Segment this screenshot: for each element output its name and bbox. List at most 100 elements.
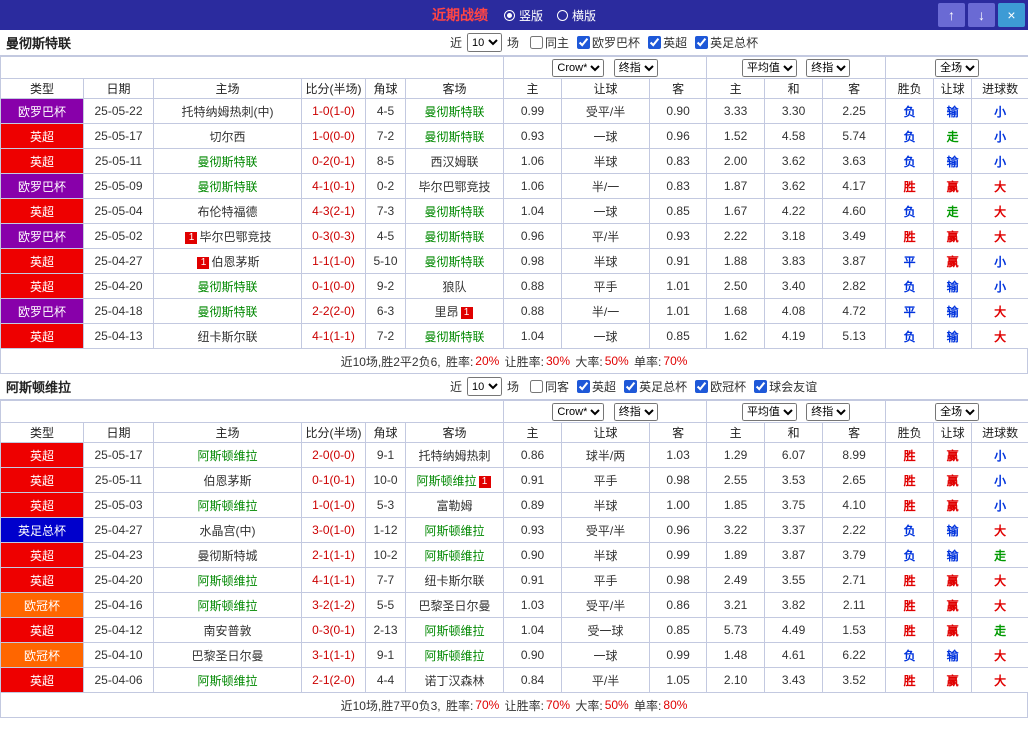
asia-home-odds-cell: 1.04 [503,617,563,643]
asia-handicap-cell: 一球 [561,323,651,349]
home-team-cell: 布伦特福德 [153,198,302,224]
handicap-result-cell: 输 [933,98,973,124]
match-count-select[interactable]: 10 [467,377,503,396]
league-filter-checkbox[interactable] [624,380,638,393]
league-filter[interactable]: 欧冠杯 [695,378,746,395]
league-filter-label: 同主 [545,36,570,50]
euro-home-odds-cell: 2.00 [706,148,766,174]
winloss-result-cell: 负 [885,198,935,224]
layout-radio-horizontal[interactable]: 横版 [557,7,596,24]
match-row: 英超 25-05-11 伯恩茅斯 0-1(0-1) 10-0 阿斯顿维拉 1 0.91 平手 0.… [0,467,1028,493]
winloss-result-cell: 胜 [885,667,935,693]
column-header: 让球 [561,78,651,99]
column-header: 让球 [933,422,973,443]
winloss-result-cell: 胜 [885,492,935,518]
league-filter-checkbox[interactable] [695,380,709,393]
column-header: 让球 [561,422,651,443]
asia-away-odds-cell: 0.83 [649,148,708,174]
asia-odds-time-select[interactable]: 终指 [613,58,658,77]
title-bar-center: 近期战绩 竖版 横版 [432,5,596,25]
score-cell: 3-2(1-2) [301,592,366,618]
away-team-cell: 阿斯顿维拉 [404,542,505,568]
home-team-name: 切尔西 [209,129,246,144]
window-controls: ↑ ↓ × [938,3,1025,27]
asia-home-odds-cell: 1.06 [503,148,563,174]
away-team-name: 里昂 [434,304,459,319]
euro-draw-odds-cell: 3.62 [764,148,824,174]
euro-odds-time-select[interactable]: 终指 [806,58,851,77]
euro-draw-odds-cell: 3.87 [764,542,824,568]
scroll-up-button[interactable]: ↑ [938,3,965,27]
corner-cell: 8-5 [365,148,406,174]
corner-cell: 5-5 [365,592,406,618]
league-filter-checkbox[interactable] [577,36,591,49]
winloss-result-cell: 胜 [885,223,935,249]
euro-odds-time-select[interactable]: 终指 [806,402,851,421]
home-team-name: 阿斯顿维拉 [197,498,258,513]
down-arrow-icon: ↓ [978,7,985,23]
asia-away-odds-cell: 0.98 [649,467,708,493]
euro-odds-mode-select[interactable]: 平均值 [741,402,797,421]
euro-home-odds-cell: 2.22 [706,223,766,249]
bookmaker-select[interactable]: Crow* [552,58,605,77]
column-header: 主 [503,422,563,443]
scope-select[interactable]: 全场 [935,402,980,421]
asia-away-odds-cell: 0.99 [649,542,708,568]
red-card-badge: 1 [460,306,473,319]
league-filter[interactable]: 同主 [530,34,569,51]
score-cell: 2-2(2-0) [301,298,366,324]
away-team-cell: 曼彻斯特联 [404,198,505,224]
match-row: 欧罗巴杯 25-05-22 托特纳姆热刺(中) 1-0(1-0) 4-5 曼彻斯特联 0.9… [0,98,1028,124]
date-cell: 25-04-13 [83,323,154,349]
radio-label: 竖版 [518,8,543,23]
match-row: 英超 25-05-04 布伦特福德 4-3(2-1) 7-3 曼彻斯特联 1.04 一球 0.8… [0,198,1028,224]
score-cell: 2-0(0-0) [301,442,366,468]
euro-away-odds-cell: 4.17 [822,173,887,199]
match-row: 英超 25-04-13 纽卡斯尔联 4-1(1-1) 7-2 曼彻斯特联 1.04 一球 0.8… [0,323,1028,349]
asia-odds-time-select[interactable]: 终指 [613,402,658,421]
league-filter-checkbox[interactable] [695,36,709,49]
column-header: 客场 [404,422,505,443]
league-filter[interactable]: 同客 [530,378,569,395]
match-count-select[interactable]: 10 [467,33,503,52]
scroll-down-button[interactable]: ↓ [968,3,995,27]
matches-body: 欧罗巴杯 25-05-22 托特纳姆热刺(中) 1-0(1-0) 4-5 曼彻斯特联 0.9… [0,98,1028,349]
scope-select[interactable]: 全场 [935,58,980,77]
league-filter[interactable]: 欧罗巴杯 [577,34,640,51]
euro-odds-mode-select[interactable]: 平均值 [741,58,797,77]
league-filter-checkbox[interactable] [648,36,662,49]
league-filter[interactable]: 英足总杯 [695,34,758,51]
league-filter-checkbox[interactable] [530,36,544,49]
winloss-result-cell: 胜 [885,567,935,593]
league-cell: 英超 [0,198,84,224]
goals-result-cell: 大 [971,198,1028,224]
away-team-name: 曼彻斯特联 [424,329,485,344]
away-team-cell: 狼队 [404,273,505,299]
league-filter-checkbox[interactable] [754,380,768,393]
bookmaker-select[interactable]: Crow* [552,402,605,421]
home-team-name: 阿斯顿维拉 [197,448,258,463]
column-header: 和 [764,78,824,99]
league-filter[interactable]: 英足总杯 [624,378,687,395]
league-filter[interactable]: 英超 [577,378,616,395]
goals-result-cell: 大 [971,323,1028,349]
league-filter-checkbox[interactable] [577,380,591,393]
away-team-cell: 阿斯顿维拉 [404,642,505,668]
away-team-cell: 巴黎圣日尔曼 [404,592,505,618]
column-header: 让球 [933,78,973,99]
summary-stat-label: 让胜率: [501,354,544,369]
close-button[interactable]: × [998,3,1025,27]
league-cell: 英超 [0,123,84,149]
euro-draw-odds-cell: 3.30 [764,98,824,124]
layout-radio-vertical[interactable]: 竖版 [503,7,543,24]
league-filter-checkbox[interactable] [530,380,544,393]
euro-home-odds-cell: 1.87 [706,173,766,199]
league-filter[interactable]: 球会友谊 [754,378,817,395]
away-team-cell: 曼彻斯特联 [404,98,505,124]
league-filter[interactable]: 英超 [648,34,687,51]
winloss-result-cell: 负 [885,148,935,174]
date-cell: 25-04-27 [83,248,154,274]
asia-handicap-cell: 球半/两 [561,442,651,468]
column-header: 类型 [0,422,84,443]
away-team-cell: 曼彻斯特联 [404,248,505,274]
